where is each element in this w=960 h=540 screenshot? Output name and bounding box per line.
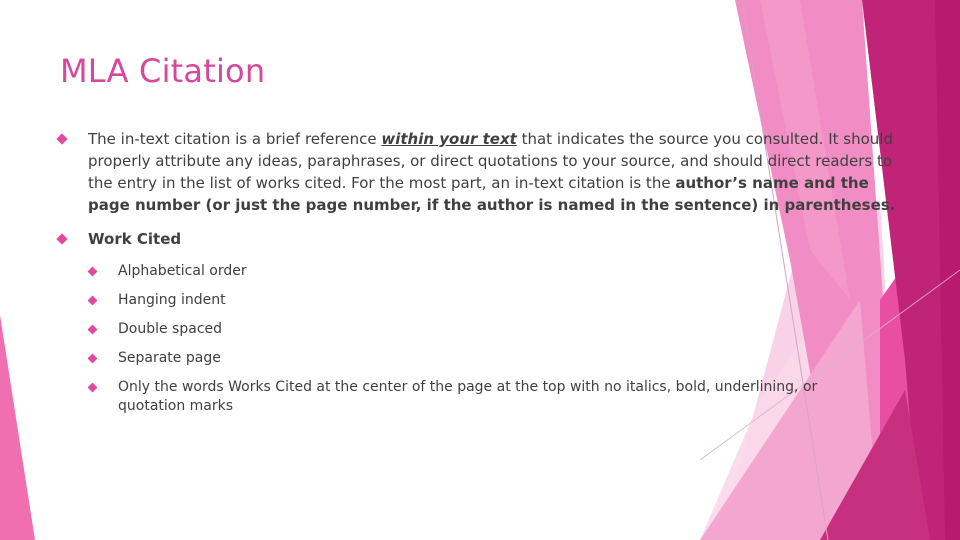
diamond-bullet-icon [56,233,68,245]
sub-bullet-label: Double spaced [118,321,223,337]
sub-bullet-double-spaced: Double spaced [56,320,906,339]
bullet-work-cited-label: Work Cited [88,230,182,248]
sub-bullet-alphabetical: Alphabetical order [56,262,906,281]
diamond-bullet-icon [87,295,98,306]
slide-content: The in-text citation is a brief referenc… [56,128,906,426]
slide-title: MLA Citation [60,52,266,90]
bullet-work-cited: Work Cited [56,228,906,250]
sub-bullet-separate-page: Separate page [56,349,906,368]
left-pink-shape [0,315,35,540]
sub-bullet-title-format: Only the words Works Cited at the center… [56,378,848,416]
sub-bullet-hanging-indent: Hanging indent [56,291,906,310]
diamond-bullet-icon [87,266,98,277]
sub-bullet-label: Only the words Works Cited at the center… [118,379,818,414]
diamond-bullet-icon [87,324,98,335]
bullet-text-part-1: The in-text citation is a brief referenc… [88,130,382,148]
diamond-bullet-icon [87,382,98,393]
sub-bullet-label: Separate page [118,350,221,366]
bullet-in-text-citation: The in-text citation is a brief referenc… [56,128,906,216]
diamond-bullet-icon [56,133,68,145]
slide: MLA Citation The in-text citation is a b… [0,0,960,540]
diamond-bullet-icon [87,353,98,364]
sub-bullet-label: Alphabetical order [118,263,247,279]
emphasis-within-your-text: within your text [381,130,517,148]
sub-bullet-label: Hanging indent [118,292,226,308]
